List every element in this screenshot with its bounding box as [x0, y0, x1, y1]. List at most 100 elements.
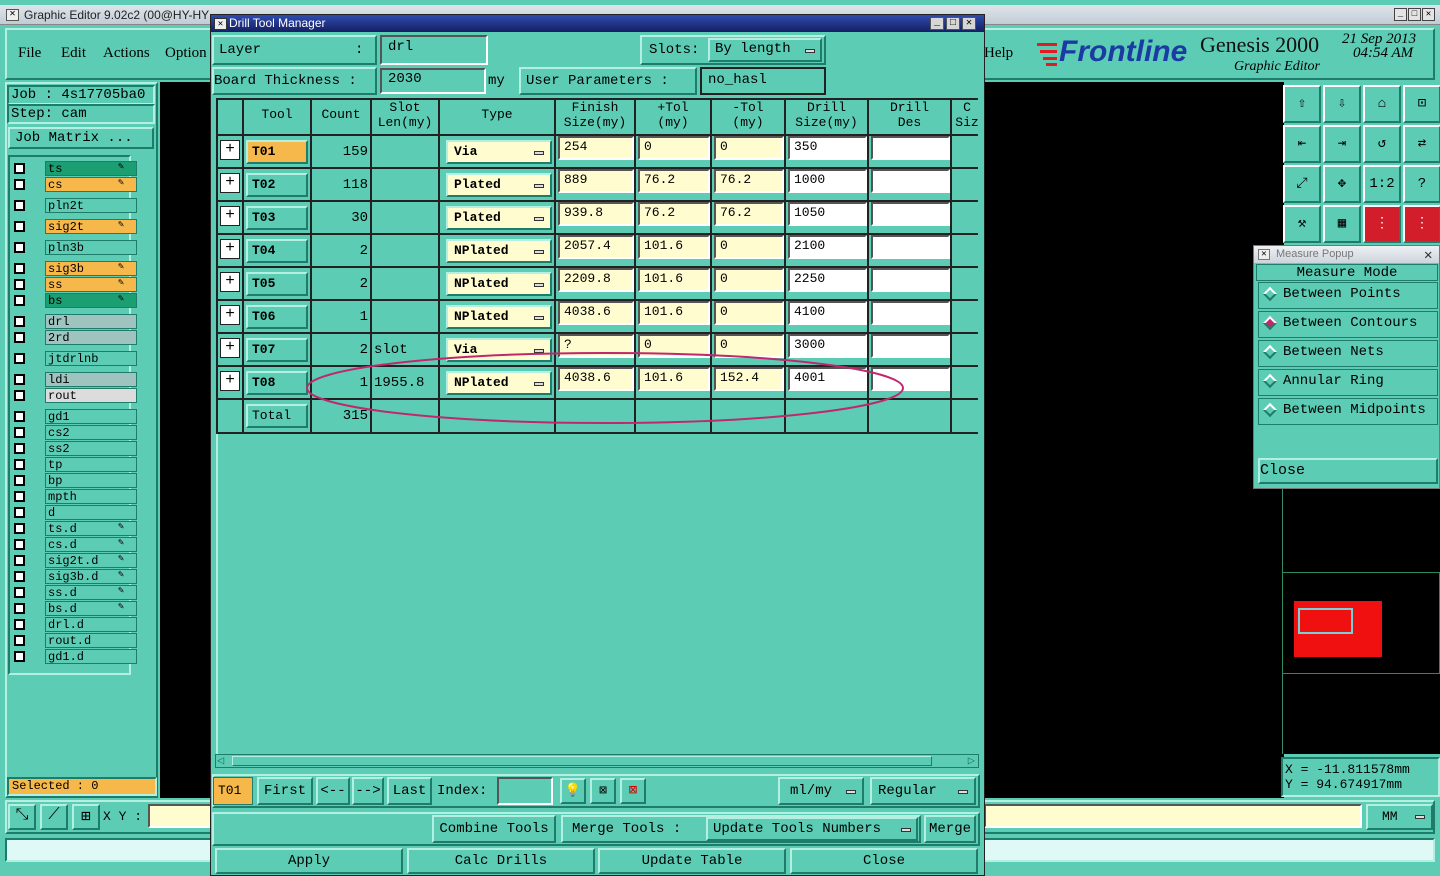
- layer-checkbox[interactable]: [14, 443, 25, 454]
- next-step-icon[interactable]: ⇥: [1323, 125, 1361, 163]
- index-input[interactable]: [497, 777, 553, 805]
- tool-t08-button[interactable]: T08: [246, 371, 308, 395]
- layer-row[interactable]: gd1.d: [10, 649, 137, 664]
- zoom-fit-icon[interactable]: ⤢: [1283, 165, 1321, 203]
- layer-name[interactable]: pln3b: [45, 240, 137, 255]
- layer-row[interactable]: cs2: [10, 425, 137, 440]
- layer-checkbox[interactable]: [14, 635, 25, 646]
- menu-actions[interactable]: Actions: [103, 45, 150, 62]
- drill-des-input[interactable]: [871, 334, 950, 358]
- layer-checkbox[interactable]: [14, 221, 25, 232]
- net-analyze-icon[interactable]: ⋮: [1363, 205, 1401, 243]
- layer-name[interactable]: ldi: [45, 372, 137, 387]
- layer-field[interactable]: drl: [380, 35, 488, 65]
- apply-button[interactable]: Apply: [215, 848, 403, 874]
- next-button[interactable]: -->: [352, 777, 384, 805]
- layer-checkbox[interactable]: [14, 390, 25, 401]
- tool-type-select[interactable]: Via: [446, 140, 552, 164]
- scroll-left-icon[interactable]: ◁: [217, 753, 224, 768]
- layer-checkbox[interactable]: [14, 295, 25, 306]
- layer-checkbox[interactable]: [14, 163, 25, 174]
- finish-size-input[interactable]: 889: [558, 169, 634, 193]
- plus-tol-input[interactable]: 76.2: [638, 169, 710, 193]
- drill-size-input[interactable]: 350: [788, 136, 867, 160]
- user-params-field[interactable]: no_hasl: [700, 67, 826, 95]
- layer-checkbox[interactable]: [14, 651, 25, 662]
- drill-size-input[interactable]: 2100: [788, 235, 867, 259]
- minus-tol-input[interactable]: 152.4: [714, 367, 784, 391]
- layer-name[interactable]: rout: [45, 388, 137, 403]
- minus-tol-input[interactable]: 0: [714, 301, 784, 325]
- measure-close-button[interactable]: Close: [1258, 458, 1438, 484]
- help-icon[interactable]: ?: [1403, 165, 1440, 203]
- expand-tool-icon[interactable]: +: [220, 338, 240, 358]
- layer-name[interactable]: drl: [45, 314, 137, 329]
- prev-button[interactable]: <--: [316, 777, 350, 805]
- tool-t07-button[interactable]: T07: [246, 338, 308, 362]
- finish-size-input[interactable]: 2057.4: [558, 235, 634, 259]
- plus-tol-input[interactable]: 101.6: [638, 268, 710, 292]
- update-tools-numbers-select[interactable]: Update Tools Numbers: [706, 817, 918, 841]
- dtm-close-button[interactable]: ✕: [962, 17, 976, 30]
- layer-row[interactable]: sig3b ✎: [10, 261, 137, 276]
- finish-size-input[interactable]: 2209.8: [558, 268, 634, 292]
- drill-size-input[interactable]: 1050: [788, 202, 867, 226]
- expand-tool-icon[interactable]: +: [220, 272, 240, 292]
- layer-row[interactable]: cs ✎: [10, 177, 137, 192]
- layer-checkbox[interactable]: [14, 332, 25, 343]
- layer-name[interactable]: drl.d: [45, 617, 137, 632]
- view-mode-select[interactable]: Regular: [870, 777, 976, 805]
- layer-checkbox[interactable]: [14, 491, 25, 502]
- layer-row[interactable]: mpth: [10, 489, 137, 504]
- minus-tol-input[interactable]: 76.2: [714, 169, 784, 193]
- thickness-input[interactable]: 2030: [380, 68, 486, 94]
- expand-tool-icon[interactable]: +: [220, 206, 240, 226]
- layer-row[interactable]: bs.d ✎: [10, 601, 137, 616]
- drill-des-input[interactable]: [871, 235, 950, 259]
- layer-name[interactable]: rout.d: [45, 633, 137, 648]
- drill-des-input[interactable]: [871, 301, 950, 325]
- edit-table-icon[interactable]: ⊠: [590, 778, 616, 804]
- minus-tol-input[interactable]: 0: [714, 268, 784, 292]
- layer-row[interactable]: ss2: [10, 441, 137, 456]
- prev-step-icon[interactable]: ⇤: [1283, 125, 1321, 163]
- layer-checkbox[interactable]: [14, 200, 25, 211]
- plus-tol-input[interactable]: 101.6: [638, 367, 710, 391]
- expand-tool-icon[interactable]: +: [220, 173, 240, 193]
- tool-t06-button[interactable]: T06: [246, 305, 308, 329]
- layer-row[interactable]: ts ✎: [10, 161, 137, 176]
- measure-mode-option[interactable]: Between Nets: [1258, 340, 1438, 367]
- minus-tol-input[interactable]: 0: [714, 136, 784, 160]
- layer-row[interactable]: bs ✎: [10, 293, 137, 308]
- radio-diamond-icon[interactable]: [1262, 315, 1278, 331]
- layer-row[interactable]: ldi: [10, 372, 137, 387]
- save-down-icon[interactable]: ⇩: [1323, 85, 1361, 123]
- layer-row[interactable]: ss ✎: [10, 277, 137, 292]
- scroll-right-icon[interactable]: ▷: [968, 753, 975, 768]
- tool-t04-button[interactable]: T04: [246, 239, 308, 263]
- layer-row[interactable]: pln3b: [10, 240, 137, 255]
- main-maximize-button[interactable]: □: [1408, 8, 1421, 21]
- layer-row[interactable]: rout.d: [10, 633, 137, 648]
- tool-type-select[interactable]: NPlated: [446, 371, 552, 395]
- finish-size-input[interactable]: ?: [558, 334, 634, 358]
- radio-diamond-icon[interactable]: [1262, 402, 1278, 418]
- drill-des-input[interactable]: [871, 169, 950, 193]
- units-select[interactable]: MM: [1366, 804, 1433, 830]
- dtm-maximize-button[interactable]: □: [946, 17, 960, 30]
- layer-checkbox[interactable]: [14, 263, 25, 274]
- expand-tool-icon[interactable]: +: [220, 140, 240, 160]
- user-params-button[interactable]: User Parameters :: [519, 67, 697, 95]
- select-tool-icon[interactable]: ⤡: [8, 804, 36, 830]
- undo-snap-icon[interactable]: ↺: [1363, 125, 1401, 163]
- layer-checkbox[interactable]: [14, 427, 25, 438]
- layer-checkbox[interactable]: [14, 374, 25, 385]
- menu-edit[interactable]: Edit: [61, 45, 86, 62]
- combine-tools-button[interactable]: Combine Tools: [432, 815, 556, 843]
- layer-row[interactable]: jtdrlnb: [10, 351, 137, 366]
- layer-checkbox[interactable]: [14, 507, 25, 518]
- layer-row[interactable]: drl: [10, 314, 137, 329]
- main-close-button[interactable]: ✕: [1422, 8, 1435, 21]
- layer-name[interactable]: mpth: [45, 489, 137, 504]
- command-input[interactable]: [984, 804, 1362, 828]
